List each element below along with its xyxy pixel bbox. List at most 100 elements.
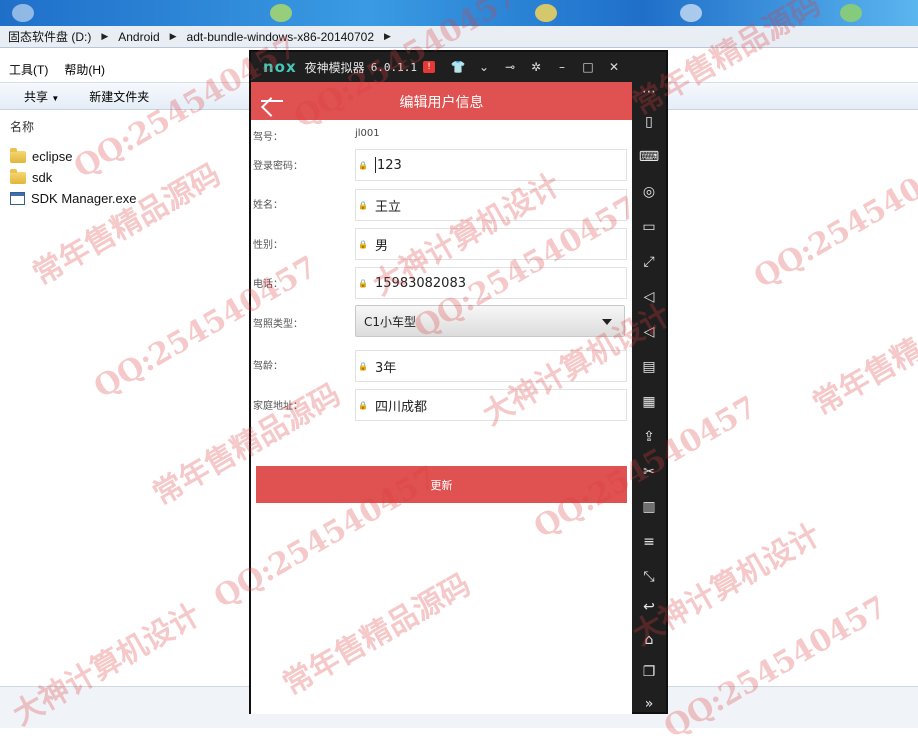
recents-icon[interactable]: ❐	[639, 662, 659, 682]
phone-label: 电话：	[253, 279, 283, 290]
folder-icon	[10, 168, 26, 184]
fullscreen-icon[interactable]: ⤢	[639, 252, 659, 272]
multi-instance-icon[interactable]: ▥	[639, 497, 659, 517]
app-bar: 编辑用户信息	[251, 82, 632, 120]
password-field[interactable]: 🔒 123	[355, 149, 627, 181]
desktop-icon[interactable]	[535, 4, 557, 22]
share-button[interactable]: 共享 ▼	[24, 88, 59, 105]
desktop-icon[interactable]	[12, 4, 34, 22]
apk-icon[interactable]: ⇪	[639, 427, 659, 447]
lock-icon: 🔒	[358, 278, 368, 288]
name-field[interactable]: 🔒 王立	[355, 189, 627, 221]
column-header-name[interactable]: 名称	[10, 118, 34, 135]
emulator-titlebar[interactable]: nox 夜神模拟器 6.0.1.1 ! 👕 ⌄ ⊸ ✲ – □ ✕	[251, 52, 666, 82]
chevron-right-icon: ▶	[384, 31, 391, 41]
gear-icon[interactable]: ✲	[523, 60, 549, 74]
volume-up-icon[interactable]: ◁	[639, 287, 659, 307]
chevron-right-icon: ▶	[169, 31, 177, 41]
minimize-icon[interactable]: –	[549, 60, 575, 74]
file-name: SDK Manager.exe	[31, 191, 137, 206]
update-button[interactable]: 更新	[256, 466, 627, 503]
phone-value: 15983082083	[375, 275, 466, 291]
chevron-down-icon[interactable]: ⌄	[471, 60, 497, 74]
home-icon[interactable]: ⌂	[639, 630, 659, 650]
menu-help[interactable]: 帮助(H)	[64, 61, 105, 78]
account-value: jl001	[355, 128, 380, 139]
chevron-right-icon: ▶	[101, 31, 109, 41]
lock-icon: 🔒	[358, 400, 368, 410]
driving-age-field[interactable]: 🔒 3年	[355, 350, 627, 382]
desktop-icon[interactable]	[270, 4, 292, 22]
menu-icon[interactable]: ≡	[639, 532, 659, 552]
share-label: 共享	[24, 89, 49, 104]
desktop-icon[interactable]	[680, 4, 702, 22]
driving-age-label: 驾龄：	[253, 361, 283, 372]
new-folder-button[interactable]: 新建文件夹	[89, 88, 149, 105]
emulator-version: 6.0.1.1	[370, 60, 418, 74]
scissors-icon[interactable]: ✂	[639, 462, 659, 482]
location-icon[interactable]: ◎	[639, 182, 659, 202]
watermark: QQ:254540457	[748, 139, 918, 296]
record-icon[interactable]: ▦	[639, 392, 659, 412]
resize-icon[interactable]: ⤡	[639, 567, 659, 587]
more-icon[interactable]: ⋯	[639, 82, 659, 102]
lock-icon: 🔒	[358, 361, 368, 371]
file-list: eclipse sdk SDK Manager.exe	[10, 146, 137, 209]
name-value: 王立	[375, 199, 402, 215]
password-value: 123	[377, 157, 402, 173]
text-cursor	[375, 157, 376, 173]
address-label: 家庭地址：	[253, 401, 303, 412]
breadcrumb-item[interactable]: adt-bundle-windows-x86-20140702	[187, 30, 374, 44]
application-icon	[10, 192, 25, 205]
lock-icon: 🔒	[358, 160, 368, 170]
emulator-sidebar: ⋯ ▯ ⌨ ◎ ▭ ⤢ ◁ ◁ ▤ ▦ ⇪ ✂ ▥ ≡ ⤡ ↩ ⌂ ❐ »	[632, 82, 666, 712]
close-icon[interactable]: ✕	[601, 60, 627, 74]
breadcrumb-item[interactable]: Android	[118, 30, 159, 44]
desktop-icon[interactable]	[840, 4, 862, 22]
address-bar[interactable]: 固态软件盘 (D:) ▶ Android ▶ adt-bundle-window…	[0, 26, 918, 48]
gender-label: 性别：	[253, 240, 283, 251]
breadcrumb-item[interactable]: 固态软件盘 (D:)	[8, 28, 91, 45]
keyboard-icon[interactable]: ⌨	[639, 147, 659, 167]
license-type-dropdown[interactable]: C1小车型	[355, 305, 625, 337]
shirt-icon[interactable]: 👕	[445, 60, 471, 74]
install-icon[interactable]: ▤	[639, 357, 659, 377]
maximize-icon[interactable]: □	[575, 60, 601, 74]
license-type-label: 驾照类型：	[253, 319, 303, 330]
watermark: 常年售精品源码	[807, 287, 918, 423]
name-label: 姓名：	[253, 200, 283, 211]
page-title: 编辑用户信息	[399, 95, 484, 111]
list-item[interactable]: SDK Manager.exe	[10, 188, 137, 209]
account-label: 驾号：	[253, 132, 283, 143]
dropdown-arrow-icon	[602, 319, 612, 325]
menu-tools[interactable]: 工具(T)	[9, 61, 48, 78]
list-item[interactable]: sdk	[10, 167, 137, 188]
emulator-name: 夜神模拟器	[304, 60, 365, 75]
android-screen: 编辑用户信息 驾号： jl001 登录密码： 🔒 123 姓名： 🔒 王立 性别…	[251, 82, 632, 714]
chevron-down-icon: ▼	[51, 93, 60, 103]
file-name: eclipse	[32, 149, 73, 164]
emulator-window: nox 夜神模拟器 6.0.1.1 ! 👕 ⌄ ⊸ ✲ – □ ✕ 编辑用户信息…	[249, 50, 668, 714]
list-item[interactable]: eclipse	[10, 146, 137, 167]
driving-age-value: 3年	[375, 360, 397, 376]
address-field[interactable]: 🔒 四川成都	[355, 389, 627, 421]
license-type-value: C1小车型	[364, 314, 417, 329]
file-name: sdk	[32, 170, 53, 185]
address-value: 四川成都	[375, 399, 428, 415]
alert-badge[interactable]: !	[423, 61, 436, 73]
desktop-background	[0, 0, 918, 26]
pin-icon[interactable]: ⊸	[497, 60, 523, 74]
back-icon[interactable]: ↩	[639, 597, 659, 617]
lock-icon: 🔒	[358, 239, 368, 249]
expand-icon[interactable]: »	[639, 694, 659, 714]
gender-value: 男	[375, 238, 389, 254]
phone-shake-icon[interactable]: ▯	[639, 112, 659, 132]
folder-icon	[10, 147, 26, 163]
volume-down-icon[interactable]: ◁	[639, 322, 659, 342]
lock-icon: 🔒	[358, 200, 368, 210]
phone-field[interactable]: 🔒 15983082083	[355, 267, 627, 299]
screen-icon[interactable]: ▭	[639, 217, 659, 237]
gender-field[interactable]: 🔒 男	[355, 228, 627, 260]
nox-logo: nox	[263, 58, 297, 76]
password-label: 登录密码：	[253, 161, 303, 172]
